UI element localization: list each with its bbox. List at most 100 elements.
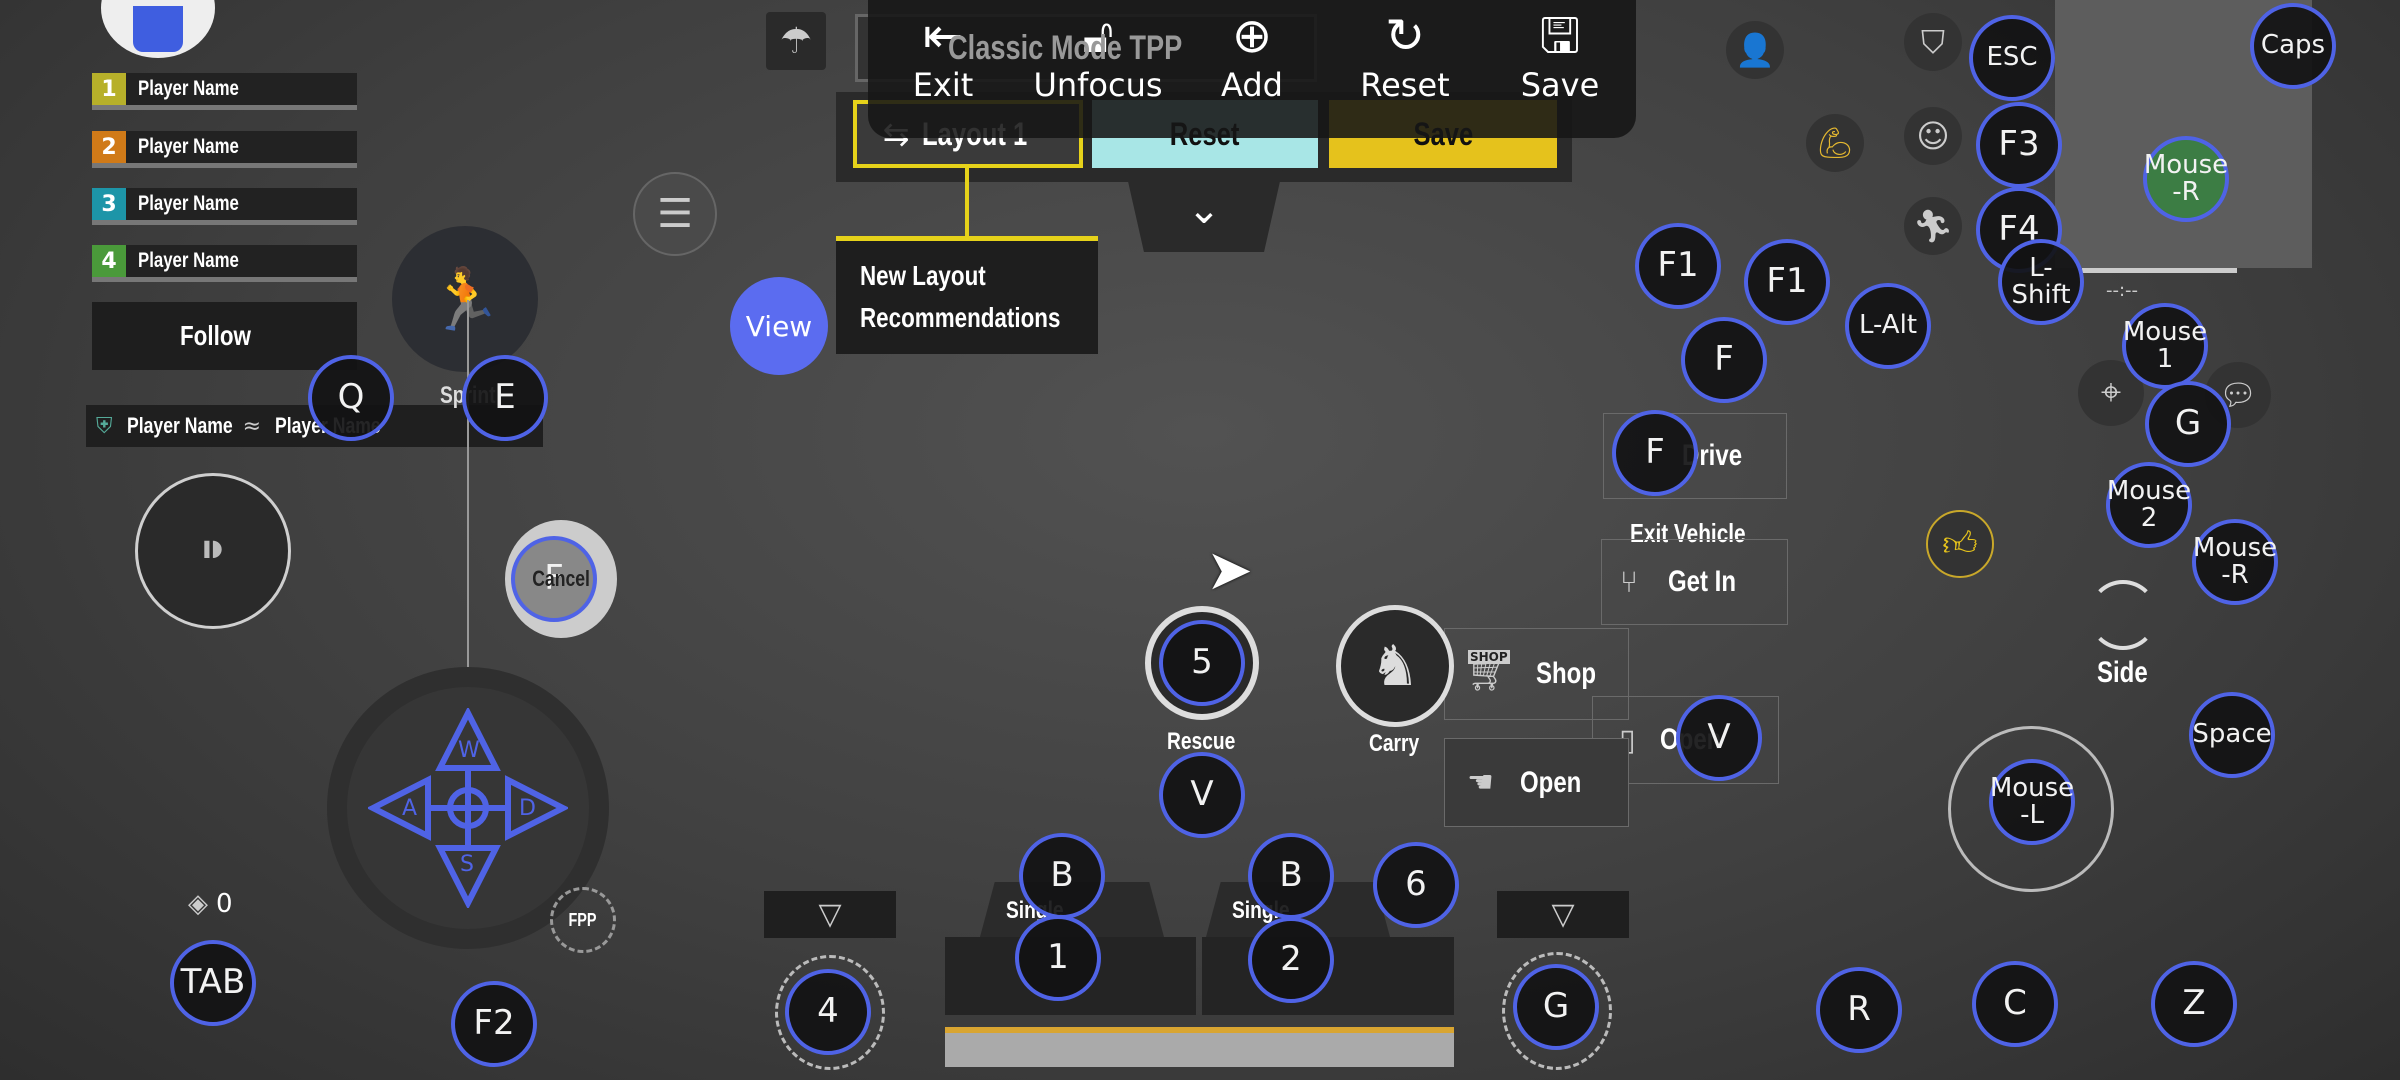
key-e[interactable]: E (462, 355, 548, 441)
weapon-dropdown-left[interactable]: ▽ (764, 891, 896, 938)
team-player-4: 4 Player Name (92, 245, 357, 282)
team-manage-icon[interactable]: 👤 (1726, 21, 1784, 79)
exit-icon: ⇤ (922, 8, 964, 64)
key-f1-b[interactable]: F1 (1744, 239, 1830, 325)
open-door-button[interactable]: ☚ Open (1444, 738, 1629, 827)
key-g-throw[interactable]: G (1513, 964, 1599, 1050)
key-b-1[interactable]: B (1019, 833, 1105, 919)
carry-label: Carry (1369, 730, 1420, 757)
key-w-label: W (458, 738, 480, 763)
unlock-icon: 🔓︎ (1082, 8, 1114, 64)
key-f2[interactable]: F2 (451, 981, 537, 1067)
emote-icon[interactable]: ☺ (1904, 107, 1962, 165)
key-f-drive[interactable]: F (1612, 410, 1698, 496)
key-v[interactable]: V (1159, 752, 1245, 838)
team-player-1: 1 Player Name (92, 73, 357, 110)
key-2[interactable]: 2 (1248, 917, 1334, 1003)
fpp-toggle[interactable]: FPP (550, 887, 616, 953)
save-button[interactable]: 🖫 Save (1485, 8, 1635, 104)
save-icon: 🖫 (1539, 8, 1581, 64)
key-g[interactable]: G (2145, 381, 2231, 467)
key-caps[interactable]: Caps (2250, 3, 2336, 89)
follow-label: Follow (180, 320, 252, 351)
key-space[interactable]: Space (2189, 692, 2275, 778)
tooltip-line-1: New Layout (860, 260, 986, 291)
key-f[interactable]: F (1681, 317, 1767, 403)
key-r[interactable]: R (1816, 967, 1902, 1053)
team-player-3: 3 Player Name (92, 188, 357, 225)
carry-button[interactable]: ♞ (1336, 605, 1454, 727)
grenade-counter: ◈ 0 (188, 889, 233, 919)
key-6[interactable]: 6 (1373, 842, 1459, 928)
key-f-cancel[interactable]: F (511, 536, 597, 622)
key-a-label: A (402, 796, 418, 821)
fpp-label: FPP (568, 909, 597, 930)
get-in-label: Get In (1668, 565, 1737, 598)
muscle-icon[interactable]: 💪︎ (1806, 114, 1864, 172)
key-c[interactable]: C (1972, 961, 2058, 1047)
unfocus-label: Unfocus (1033, 66, 1163, 104)
kill-feed-player-left: Player Name (126, 413, 233, 438)
view-button[interactable]: View (730, 277, 828, 375)
get-in-button[interactable]: ⑂ Get In (1601, 539, 1788, 625)
key-mouse-r-minimap[interactable]: Mouse -R (2143, 136, 2229, 222)
key-mouse-l[interactable]: Mouse -L (1989, 759, 2075, 845)
key-4[interactable]: 4 (785, 969, 871, 1055)
shop-tag: SHOP (1468, 650, 1510, 664)
save-label: Save (1520, 66, 1600, 104)
knockdown-icon: ≈ (242, 413, 262, 439)
tooltip-line-2: Recommendations (860, 302, 1061, 333)
report-shield-icon[interactable]: ⛉ (1904, 13, 1962, 71)
key-tab[interactable]: TAB (170, 940, 256, 1026)
settings-icon[interactable]: ☰ (633, 172, 717, 256)
weapon-dropdown-right[interactable]: ▽ (1497, 891, 1629, 938)
key-z[interactable]: Z (2151, 961, 2237, 1047)
exit-label: Exit (912, 66, 974, 104)
open-door-label: Open (1519, 765, 1582, 799)
key-5[interactable]: 5 (1159, 620, 1245, 706)
match-timer: --:-- (2106, 280, 2139, 301)
exit-button[interactable]: ⇤ Exit (868, 8, 1018, 104)
player-name: Player Name (138, 135, 239, 158)
key-l-shift[interactable]: L-Shift (1998, 239, 2084, 325)
key-1[interactable]: 1 (1015, 915, 1101, 1001)
expand-chevron-button[interactable]: ⌄ (1125, 168, 1283, 252)
key-f3[interactable]: F3 (1976, 102, 2062, 188)
add-label: Add (1221, 66, 1283, 104)
seat-icon: ⑂ (1620, 564, 1638, 600)
key-q[interactable]: Q (308, 355, 394, 441)
player-name: Player Name (138, 192, 239, 215)
fire-button-left[interactable]: ⁍ (135, 473, 291, 629)
hand-icon: ☚ (1467, 765, 1494, 800)
new-layout-tooltip: New Layout Recommendations (836, 236, 1098, 354)
sprint-button[interactable]: 🏃 (392, 226, 538, 372)
key-mouse-1[interactable]: Mouse 1 (2122, 303, 2208, 389)
health-bar (945, 1027, 1454, 1067)
key-d-label: D (519, 796, 536, 821)
player-number: 3 (92, 188, 126, 220)
key-f1-a[interactable]: F1 (1635, 223, 1721, 309)
key-mouse-r-scope[interactable]: Mouse -R (2192, 519, 2278, 605)
reset-label: Reset (1360, 66, 1450, 104)
edit-toolbar: ⇤ Exit 🔓︎ Unfocus ⊕ Add ↻ Reset 🖫 Save (868, 0, 1636, 138)
mouse-cursor-icon: ➤ (1206, 538, 1253, 603)
player-number: 2 (92, 131, 126, 163)
chevron-down-icon: ⌄ (1187, 187, 1221, 233)
reset-button[interactable]: ↻ Reset (1330, 8, 1480, 104)
side-toggle-icon[interactable] (2088, 580, 2158, 650)
logo-shield-icon (133, 6, 183, 52)
unfocus-button[interactable]: 🔓︎ Unfocus (1023, 8, 1173, 104)
side-label: Side (2097, 656, 2148, 689)
key-b-2[interactable]: B (1248, 833, 1334, 919)
player-name: Player Name (138, 249, 239, 272)
key-l-alt[interactable]: L-Alt (1845, 283, 1931, 369)
follow-button[interactable]: Follow (92, 302, 357, 370)
key-esc[interactable]: ESC (1969, 15, 2055, 101)
ammo-box-icon: ◈ (188, 889, 208, 919)
run-icon[interactable]: 🏃︎ (1904, 197, 1962, 255)
like-icon[interactable]: 👍︎ (1926, 510, 1994, 578)
key-mouse-2[interactable]: Mouse 2 (2106, 462, 2192, 548)
parachute-icon[interactable]: ☂ (766, 12, 826, 70)
key-v-open[interactable]: V (1676, 695, 1762, 781)
add-button[interactable]: ⊕ Add (1177, 8, 1327, 104)
